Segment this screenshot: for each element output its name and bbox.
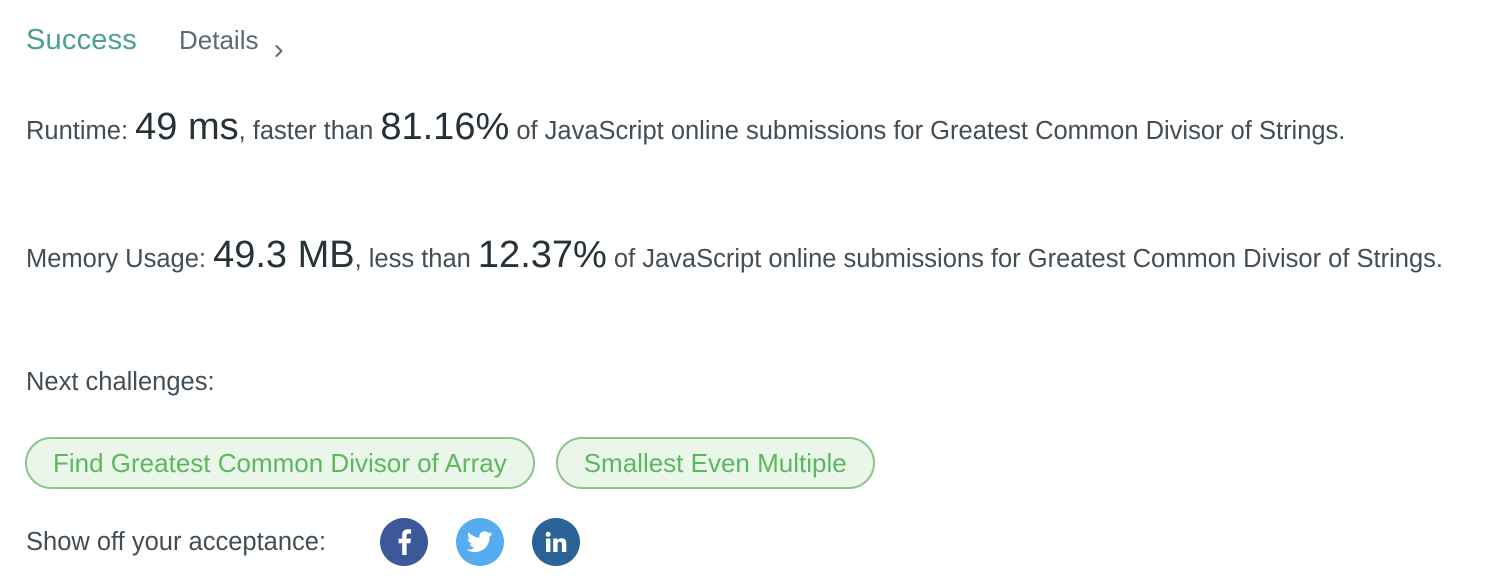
next-challenges-label: Next challenges: (26, 368, 215, 396)
result-header: Success Details (26, 24, 286, 57)
challenge-link-gcd-array[interactable]: Find Greatest Common Divisor of Array (25, 437, 535, 489)
share-label: Show off your acceptance: (26, 527, 327, 556)
runtime-suffix: of JavaScript online submissions for Gre… (509, 117, 1346, 145)
linkedin-icon (544, 530, 568, 554)
memory-percent: 12.37% (477, 234, 607, 276)
status-label: Success (26, 24, 137, 56)
facebook-share-button[interactable] (380, 518, 429, 566)
runtime-summary: Runtime: 49 ms, faster than 81.16% of Ja… (26, 106, 1446, 152)
runtime-label: Runtime: (26, 117, 136, 145)
memory-value: 49.3 MB (213, 234, 355, 276)
twitter-share-button[interactable] (456, 518, 505, 566)
linkedin-share-button[interactable] (532, 518, 581, 566)
next-challenges-list: Find Greatest Common Divisor of Array Sm… (25, 437, 875, 489)
challenge-link-smallest-even-multiple[interactable]: Smallest Even Multiple (555, 437, 875, 489)
details-link[interactable]: Details (179, 25, 286, 57)
runtime-value: 49 ms (135, 106, 239, 148)
memory-comparison: , less than (354, 245, 478, 273)
details-label: Details (179, 25, 259, 55)
facebook-icon (394, 529, 414, 555)
memory-summary: Memory Usage: 49.3 MB, less than 12.37% … (26, 234, 1446, 280)
twitter-icon (467, 531, 493, 553)
memory-suffix: of JavaScript online submissions for Gre… (606, 245, 1443, 273)
share-section: Show off your acceptance: (26, 518, 608, 566)
chevron-right-icon (272, 34, 286, 57)
runtime-percent: 81.16% (380, 106, 510, 148)
memory-label: Memory Usage: (26, 245, 214, 273)
runtime-comparison: , faster than (238, 117, 381, 145)
